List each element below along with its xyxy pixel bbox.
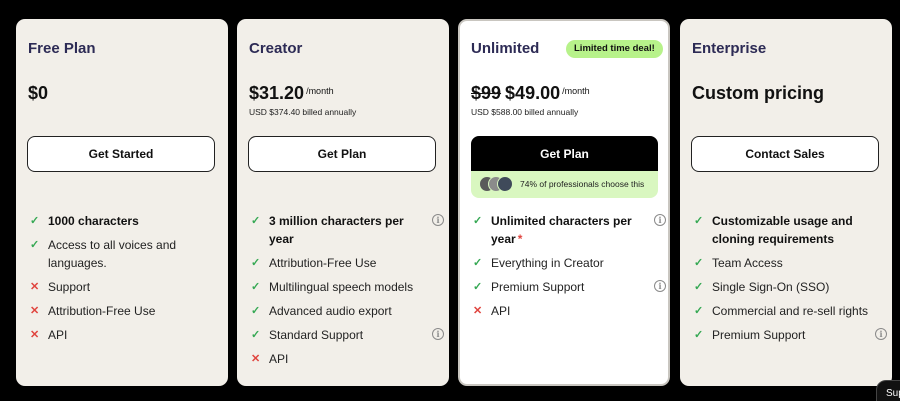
check-icon: ✓ [694,305,704,317]
check-icon: ✓ [30,239,40,251]
cross-icon: ✕ [30,329,40,341]
old-price: $99 [471,83,502,103]
price-period: /month [562,86,590,96]
plan-price: Custom pricing [692,83,825,103]
avatar [497,176,513,192]
check-icon: ✓ [251,329,261,341]
contact-sales-button[interactable]: Contact Sales [691,136,879,172]
feature-list: ✓ 3 million characters per year i ✓ Attribu… [249,212,444,374]
feature-item: ✓ Premium Support i [692,326,887,344]
feature-item: ✓ Attribution-Free Use [251,256,377,270]
feature-list: ✓ Customizable usage and cloning requirem… [692,212,887,350]
feature-item: ✓ Standard Support i [249,326,444,344]
asterisk: * [517,232,523,246]
feature-item: ✓ Unlimited characters per year * i [471,212,666,248]
get-plan-button[interactable]: Get Plan [248,136,436,172]
billed-annually: USD $374.40 billed annually [249,107,357,117]
info-icon[interactable]: i [432,328,444,340]
cross-icon: ✕ [30,305,40,317]
plan-price: $0 [28,83,49,103]
plan-price: $31.20/month [249,83,334,103]
feature-item: ✓ Team Access [694,256,783,270]
feature-item: ✓ Advanced audio export [251,304,392,318]
check-icon: ✓ [694,215,704,227]
feature-item: ✓ Customizable usage and cloning requirem… [694,214,853,246]
check-icon: ✓ [694,329,704,341]
feature-item: ✕ API [251,352,289,366]
get-started-button[interactable]: Get Started [27,136,215,172]
check-icon: ✓ [251,305,261,317]
check-icon: ✓ [30,215,40,227]
info-icon[interactable]: i [875,328,887,340]
cross-icon: ✕ [30,281,40,293]
feature-item: ✓ 1000 characters [30,214,139,228]
check-icon: ✓ [251,281,261,293]
info-icon[interactable]: i [654,214,666,226]
pricing-cards: Free Plan $0 Get Started ✓ 1000 character… [0,0,900,401]
feature-item: ✕ Support [30,280,91,294]
feature-list: ✓ Unlimited characters per year * i ✓ Everyt… [471,212,666,326]
plan-name: Enterprise [692,40,767,57]
limited-deal-badge: Limited time deal! [566,40,663,58]
cross-icon: ✕ [473,305,483,317]
check-icon: ✓ [473,215,483,227]
feature-item: ✓ Premium Support i [471,278,666,296]
social-proof-text: 74% of professionals choose this [520,179,645,189]
feature-item: ✓ Commercial and re-sell rights [694,304,869,318]
plan-price: $99 $49.00/month [471,83,590,103]
plan-card-creator: Creator $31.20/month USD $374.40 billed … [237,19,449,386]
plan-name: Unlimited [471,40,540,57]
check-icon: ✓ [694,281,704,293]
feature-item: ✕ Attribution-Free Use [30,304,156,318]
feature-item: ✓ Multilingual speech models [251,280,414,294]
support-button[interactable]: Sup [876,380,900,401]
plan-name: Creator [249,40,303,57]
feature-item: ✓ 3 million characters per year i [249,212,444,248]
feature-item: ✓ Single Sign-On (SSO) [694,280,830,294]
avatar-group [479,176,515,193]
get-plan-button[interactable]: Get Plan [471,136,658,171]
info-icon[interactable]: i [432,214,444,226]
plan-card-unlimited: Unlimited Limited time deal! $99 $49.00/m… [458,19,670,386]
social-proof: 74% of professionals choose this [471,171,658,198]
cross-icon: ✕ [251,353,261,365]
feature-item: ✓ Everything in Creator [473,256,604,270]
feature-item: ✕ API [473,304,511,318]
feature-item: ✕ API [30,328,68,342]
price-period: /month [306,86,334,96]
billed-annually: USD $588.00 billed annually [471,107,579,117]
plan-card-free: Free Plan $0 Get Started ✓ 1000 character… [16,19,228,386]
feature-list: ✓ 1000 characters ✓ Access to all voices a… [28,212,223,350]
plan-card-enterprise: Enterprise Custom pricing Contact Sales … [680,19,892,386]
plan-name: Free Plan [28,40,96,57]
info-icon[interactable]: i [654,280,666,292]
feature-item: ✓ Access to all voices and languages. [30,238,177,270]
check-icon: ✓ [473,257,483,269]
check-icon: ✓ [694,257,704,269]
check-icon: ✓ [251,257,261,269]
check-icon: ✓ [473,281,483,293]
check-icon: ✓ [251,215,261,227]
